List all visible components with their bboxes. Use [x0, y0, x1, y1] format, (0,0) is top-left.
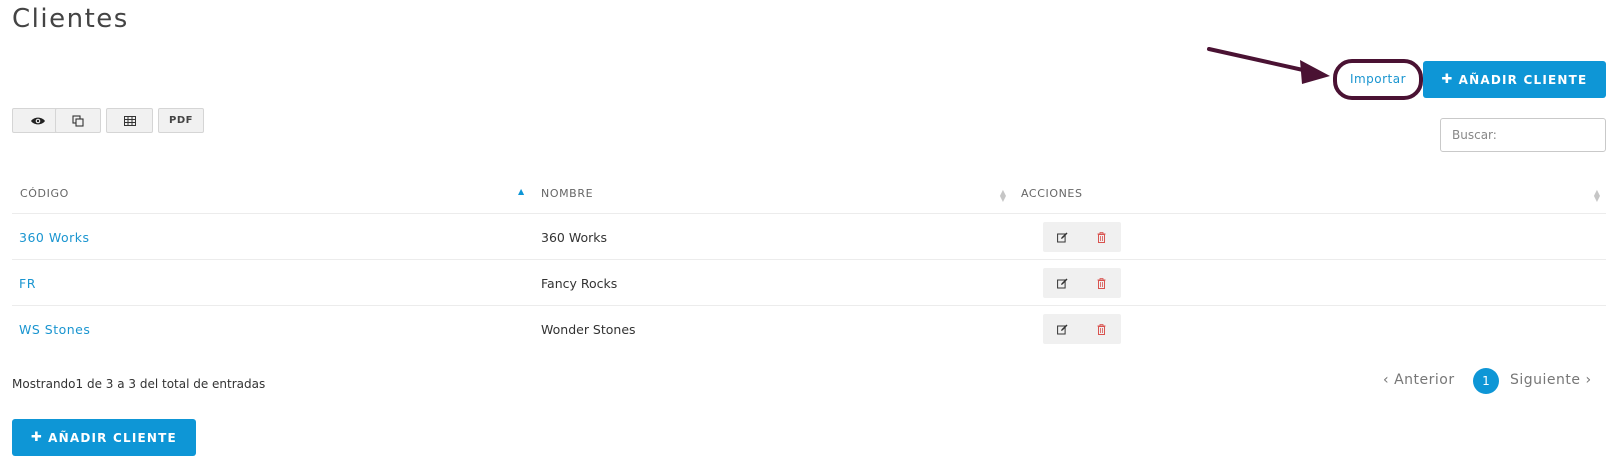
client-name: 360 Works — [541, 230, 607, 245]
sort-both-icon[interactable]: ▲ ▼ — [998, 189, 1008, 203]
add-client-button-label: AÑADIR CLIENTE — [1458, 72, 1588, 87]
client-code-link[interactable]: 360 Works — [19, 230, 90, 245]
table-icon — [123, 115, 136, 126]
sort-ascending-icon[interactable]: ▲ — [518, 187, 524, 196]
client-code-link[interactable]: WS Stones — [19, 322, 90, 337]
row-actions — [1043, 314, 1121, 344]
trash-icon — [1097, 231, 1106, 243]
edit-icon — [1057, 324, 1068, 334]
annotation-arrow-head — [1300, 60, 1330, 84]
edit-button[interactable] — [1043, 268, 1082, 298]
add-client-button[interactable]: ✚ AÑADIR CLIENTE — [1423, 61, 1606, 98]
trash-icon — [1097, 277, 1106, 289]
chevron-right-icon: › — [1585, 372, 1592, 388]
delete-button[interactable] — [1082, 222, 1121, 252]
delete-button[interactable] — [1082, 314, 1121, 344]
eye-icon — [30, 117, 45, 124]
add-client-button-bottom[interactable]: ✚ AÑADIR CLIENTE — [12, 419, 196, 456]
row-actions — [1043, 222, 1121, 252]
pagination-previous[interactable]: ‹ Anterior — [1383, 372, 1455, 388]
edit-button[interactable] — [1043, 222, 1082, 252]
edit-button[interactable] — [1043, 314, 1082, 344]
pagination-next-label: Siguiente — [1510, 372, 1581, 388]
page-title: Clientes — [12, 4, 129, 34]
table-divider — [12, 213, 1606, 214]
column-header-codigo[interactable]: CÓDIGO — [20, 187, 69, 200]
plus-icon: ✚ — [1441, 72, 1454, 87]
delete-button[interactable] — [1082, 268, 1121, 298]
client-code-link[interactable]: FR — [19, 276, 36, 291]
trash-icon — [1097, 323, 1106, 335]
plus-icon: ✚ — [31, 430, 44, 445]
client-name: Wonder Stones — [541, 322, 636, 337]
pagination-page-current[interactable]: 1 — [1473, 368, 1499, 394]
table-divider — [12, 259, 1606, 260]
pagination-next[interactable]: Siguiente › — [1510, 372, 1592, 388]
pdf-button[interactable]: PDF — [158, 108, 204, 133]
column-header-acciones[interactable]: ACCIONES — [1021, 187, 1083, 200]
excel-button[interactable] — [106, 108, 153, 133]
add-client-button-label: AÑADIR CLIENTE — [48, 430, 177, 445]
table-divider — [12, 305, 1606, 306]
column-header-nombre[interactable]: NOMBRE — [541, 187, 593, 200]
edit-icon — [1057, 232, 1068, 242]
pagination-previous-label: Anterior — [1394, 372, 1455, 388]
copy-button[interactable] — [55, 108, 101, 133]
table-info: Mostrando1 de 3 a 3 del total de entrada… — [12, 377, 266, 391]
annotation-arrow-line — [1207, 47, 1314, 74]
chevron-left-icon: ‹ — [1383, 372, 1390, 388]
search-input[interactable] — [1440, 118, 1606, 152]
client-name: Fancy Rocks — [541, 276, 618, 291]
import-link[interactable]: Importar — [1338, 68, 1418, 90]
row-actions — [1043, 268, 1121, 298]
sort-both-icon[interactable]: ▲ ▼ — [1592, 189, 1602, 203]
copy-icon — [72, 114, 84, 127]
edit-icon — [1057, 278, 1068, 288]
